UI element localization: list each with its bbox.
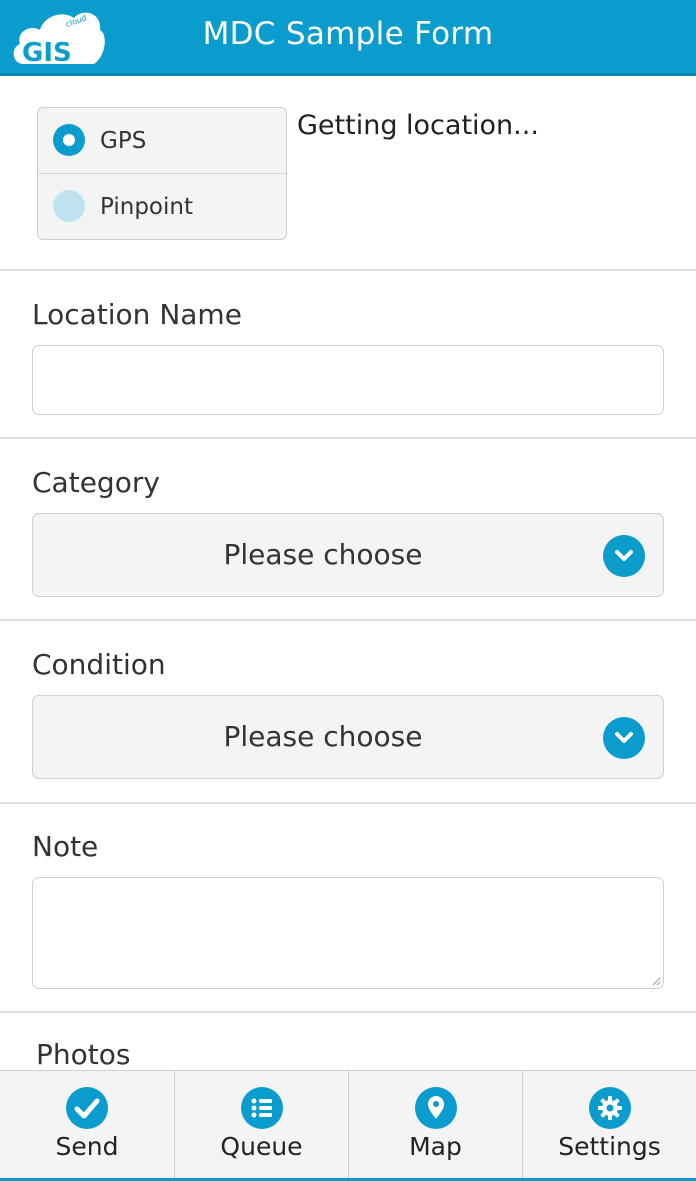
chevron-down-icon: [603, 717, 645, 759]
app-header: GIS cloud MDC Sample Form: [0, 0, 696, 76]
divider: [0, 437, 696, 439]
location-source-group: GPS Pinpoint: [37, 107, 287, 240]
condition-selected-value: Please choose: [223, 720, 423, 753]
note-label: Note: [32, 830, 99, 863]
category-label: Category: [32, 466, 160, 499]
condition-select[interactable]: Please choose: [32, 695, 664, 779]
map-pin-icon: [414, 1087, 457, 1129]
radio-selected-icon: [53, 124, 85, 156]
gear-icon: [588, 1087, 631, 1129]
location-status: Getting location...: [297, 110, 539, 141]
radio-unselected-icon: [53, 190, 85, 222]
location-name-input[interactable]: [32, 345, 664, 415]
divider: [0, 1011, 696, 1013]
resize-grip-icon[interactable]: [651, 976, 661, 986]
radio-label-pinpoint: Pinpoint: [100, 194, 193, 220]
location-name-label: Location Name: [32, 298, 242, 331]
list-icon: [240, 1087, 283, 1129]
tab-send[interactable]: Send: [0, 1071, 175, 1179]
page-title: MDC Sample Form: [202, 16, 494, 52]
category-selected-value: Please choose: [223, 538, 423, 571]
divider: [0, 802, 696, 804]
category-select[interactable]: Please choose: [32, 513, 664, 597]
tab-label-send: Send: [55, 1132, 119, 1161]
photos-label: Photos: [36, 1038, 131, 1071]
tab-queue[interactable]: Queue: [175, 1071, 349, 1179]
radio-label-gps: GPS: [100, 128, 147, 154]
divider: [0, 619, 696, 621]
condition-label: Condition: [32, 648, 166, 681]
checkmark-icon: [66, 1087, 108, 1129]
bottom-tab-bar: Send Queue Map Settings: [0, 1070, 696, 1181]
tab-label-settings: Settings: [558, 1132, 661, 1161]
divider: [0, 269, 696, 271]
tab-map[interactable]: Map: [349, 1071, 523, 1179]
radio-option-gps[interactable]: GPS: [38, 108, 286, 174]
tab-settings[interactable]: Settings: [523, 1071, 696, 1179]
radio-option-pinpoint[interactable]: Pinpoint: [38, 174, 286, 239]
tab-label-queue: Queue: [220, 1132, 303, 1161]
chevron-down-icon: [603, 535, 645, 577]
tab-label-map: Map: [409, 1132, 462, 1161]
note-textarea[interactable]: [32, 877, 664, 989]
